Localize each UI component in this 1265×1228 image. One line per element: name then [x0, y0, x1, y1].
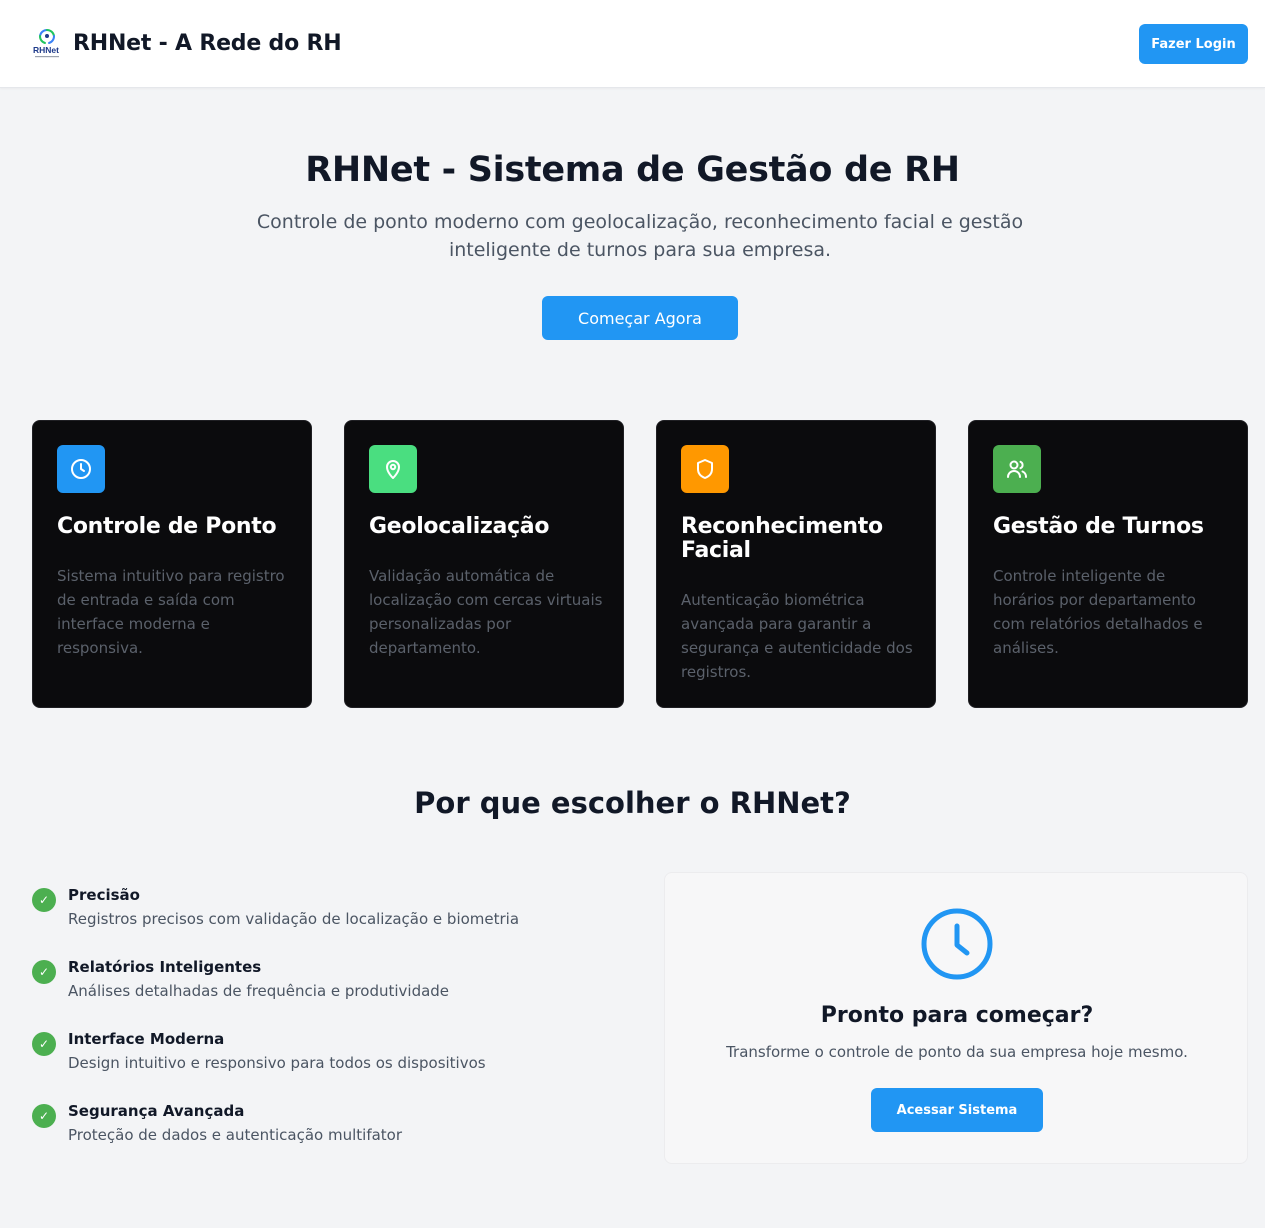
rhnet-logo: RHNet	[33, 28, 59, 58]
top-navbar: RHNet RHNet - A Rede do RH Fazer Login	[0, 0, 1265, 88]
feature-title: Geolocalização	[369, 514, 550, 539]
get-started-button[interactable]: Começar Agora	[542, 296, 738, 340]
app-title: RHNet - A Rede do RH	[73, 30, 342, 56]
hero-title: RHNet - Sistema de Gestão de RH	[305, 150, 960, 190]
benefit-description: Análises detalhadas de frequência e prod…	[68, 982, 450, 1000]
brand[interactable]: RHNet RHNet - A Rede do RH	[32, 26, 342, 60]
ready-title: Pronto para começar?	[820, 1003, 1094, 1028]
benefit-title: Interface Moderna	[68, 1030, 225, 1048]
feature-card-geolocation: Geolocalização Validação automática de l…	[344, 420, 624, 708]
users-icon	[993, 445, 1041, 493]
clock-icon	[921, 908, 993, 980]
access-system-button[interactable]: Acessar Sistema	[871, 1088, 1043, 1132]
feature-title: Gestão de Turnos	[993, 514, 1204, 539]
feature-card-time-tracking: Controle de Ponto Sistema intuitivo para…	[32, 420, 312, 708]
feature-description: Autenticação biométrica avançada para ga…	[681, 591, 913, 681]
hero-subtitle: Controle de ponto moderno com geolocaliz…	[256, 211, 1024, 261]
ready-subtitle: Transforme o controle de ponto da sua em…	[726, 1043, 1188, 1061]
check-circle-icon: ✓	[32, 1104, 56, 1128]
feature-card-facial-recognition: Reconhecimento Facial Autenticação biomé…	[656, 420, 936, 708]
benefit-title: Segurança Avançada	[68, 1102, 245, 1120]
check-circle-icon: ✓	[32, 888, 56, 912]
benefit-title: Precisão	[68, 886, 140, 904]
shield-icon	[681, 445, 729, 493]
feature-card-shift-management: Gestão de Turnos Controle inteligente de…	[968, 420, 1248, 708]
logo-text: RHNet	[33, 45, 59, 55]
ready-panel: Pronto para começar? Transforme o contro…	[664, 872, 1248, 1164]
benefit-description: Proteção de dados e autenticação multifa…	[68, 1126, 403, 1144]
feature-description: Sistema intuitivo para registro de entra…	[57, 567, 285, 657]
feature-title: Reconhecimento Facial	[681, 514, 883, 563]
benefit-title: Relatórios Inteligentes	[68, 958, 262, 976]
benefit-description: Design intuitivo e responsivo para todos…	[68, 1054, 486, 1072]
feature-title: Controle de Ponto	[57, 514, 277, 539]
login-button[interactable]: Fazer Login	[1139, 24, 1248, 64]
check-circle-icon: ✓	[32, 960, 56, 984]
why-section-title: Por que escolher o RHNet?	[414, 786, 851, 820]
feature-description: Validação automática de localização com …	[369, 567, 603, 657]
check-circle-icon: ✓	[32, 1032, 56, 1056]
benefit-description: Registros precisos com validação de loca…	[68, 910, 520, 928]
clock-icon	[57, 445, 105, 493]
feature-description: Controle inteligente de horários por dep…	[993, 567, 1203, 657]
map-pin-icon	[369, 445, 417, 493]
